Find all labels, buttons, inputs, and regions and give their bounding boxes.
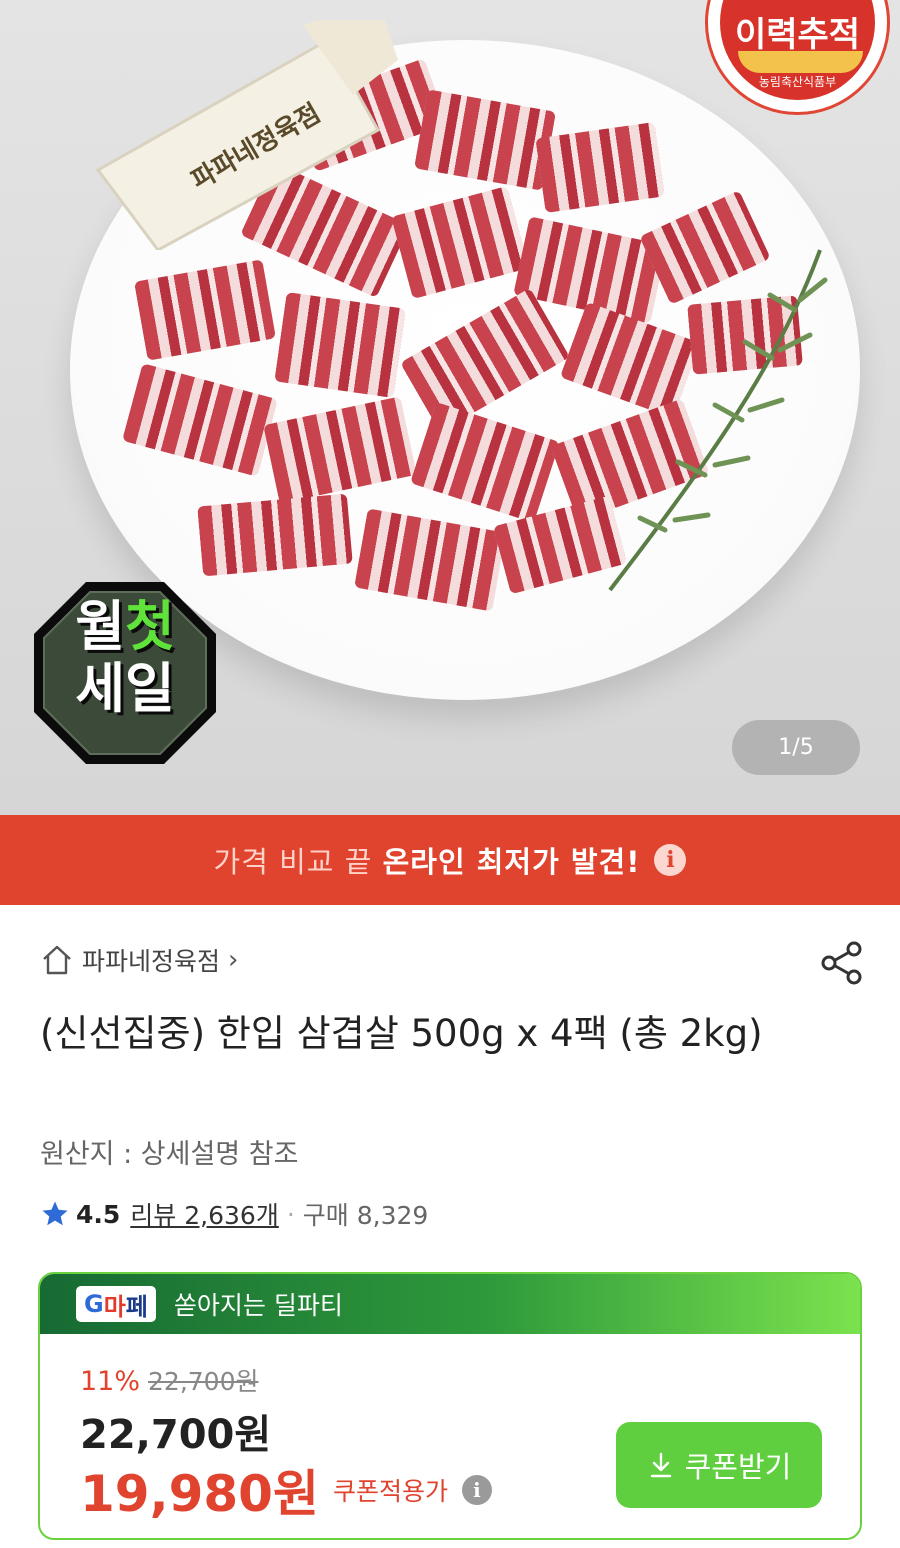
coupon-price-label: 쿠폰적용가	[332, 1477, 448, 1506]
monthly-sale-text: 월첫 세일	[30, 596, 220, 720]
promo-text-prefix: 가격 비교 끝	[213, 845, 373, 879]
logo-r: 마	[103, 1292, 126, 1321]
get-coupon-button[interactable]: 쿠폰받기	[616, 1422, 822, 1508]
product-title: (신선집중) 한입 삼겹살 500g x 4팩 (총 2kg)	[40, 1012, 763, 1055]
get-coupon-label: 쿠폰받기	[684, 1450, 792, 1484]
purchase-count: 구매 8,329	[302, 1201, 429, 1230]
download-icon	[650, 1452, 671, 1478]
original-price: 22,700원	[148, 1367, 259, 1396]
star-icon	[42, 1201, 68, 1226]
gmarket-logo: G마페	[76, 1286, 156, 1322]
sale-price: 22,700원	[80, 1412, 272, 1458]
rating-row: 4.5 리뷰 2,636개 · 구매 8,329	[40, 1196, 428, 1232]
store-link[interactable]: 파파네정육점 ›	[40, 942, 238, 978]
info-icon[interactable]: i	[654, 844, 687, 876]
deal-price-card: G마페 쏟아지는 딜파티 11% 22,700원 22,700원 19,980원…	[38, 1272, 862, 1540]
sale-text-1a: 월	[75, 595, 125, 658]
home-icon	[43, 945, 71, 975]
product-image-carousel[interactable]: 파파네정육점 이력추적 농림축산식품부 월첫 세일 1/5	[0, 0, 900, 815]
discount-row: 11% 22,700원	[80, 1362, 259, 1398]
logo-b: 페	[125, 1292, 148, 1321]
promo-text-bold: 온라인 최저가 발견!	[382, 845, 641, 879]
traceability-badge: 이력추적 농림축산식품부	[705, 0, 890, 115]
store-name: 파파네정육점	[82, 947, 221, 976]
traceability-badge-text: 이력추적	[734, 15, 861, 55]
sale-text-1b: 첫	[125, 595, 175, 658]
meat-piece	[274, 292, 406, 398]
review-count-link[interactable]: 리뷰 2,636개	[130, 1196, 279, 1232]
deal-card-header: G마페 쏟아지는 딜파티	[40, 1274, 860, 1334]
lowest-price-banner[interactable]: 가격 비교 끝 온라인 최저가 발견! i	[0, 815, 900, 905]
logo-g: G	[84, 1290, 104, 1318]
chevron-right-icon: ›	[228, 945, 239, 975]
image-counter: 1/5	[732, 720, 860, 775]
sale-text-2: 세일	[75, 657, 175, 720]
info-icon[interactable]: i	[461, 1475, 492, 1505]
promo-text: 가격 비교 끝 온라인 최저가 발견!	[214, 839, 641, 881]
cleaver-image: 파파네정육점	[95, 20, 398, 250]
rosemary-sprig	[608, 249, 828, 592]
deal-card-title: 쏟아지는 딜파티	[173, 1291, 343, 1320]
discount-percent: 11%	[80, 1366, 141, 1397]
rating-score: 4.5	[76, 1199, 121, 1229]
coupon-price-row: 19,980원 쿠폰적용가 i	[80, 1454, 492, 1526]
meat-piece	[197, 493, 353, 577]
coupon-price: 19,980원	[80, 1465, 319, 1523]
share-icon[interactable]	[818, 940, 864, 986]
separator-dot: ·	[286, 1199, 295, 1229]
traceability-badge-sub: 농림축산식품부	[758, 75, 837, 89]
product-origin: 원산지 : 상세설명 참조	[40, 1139, 299, 1170]
